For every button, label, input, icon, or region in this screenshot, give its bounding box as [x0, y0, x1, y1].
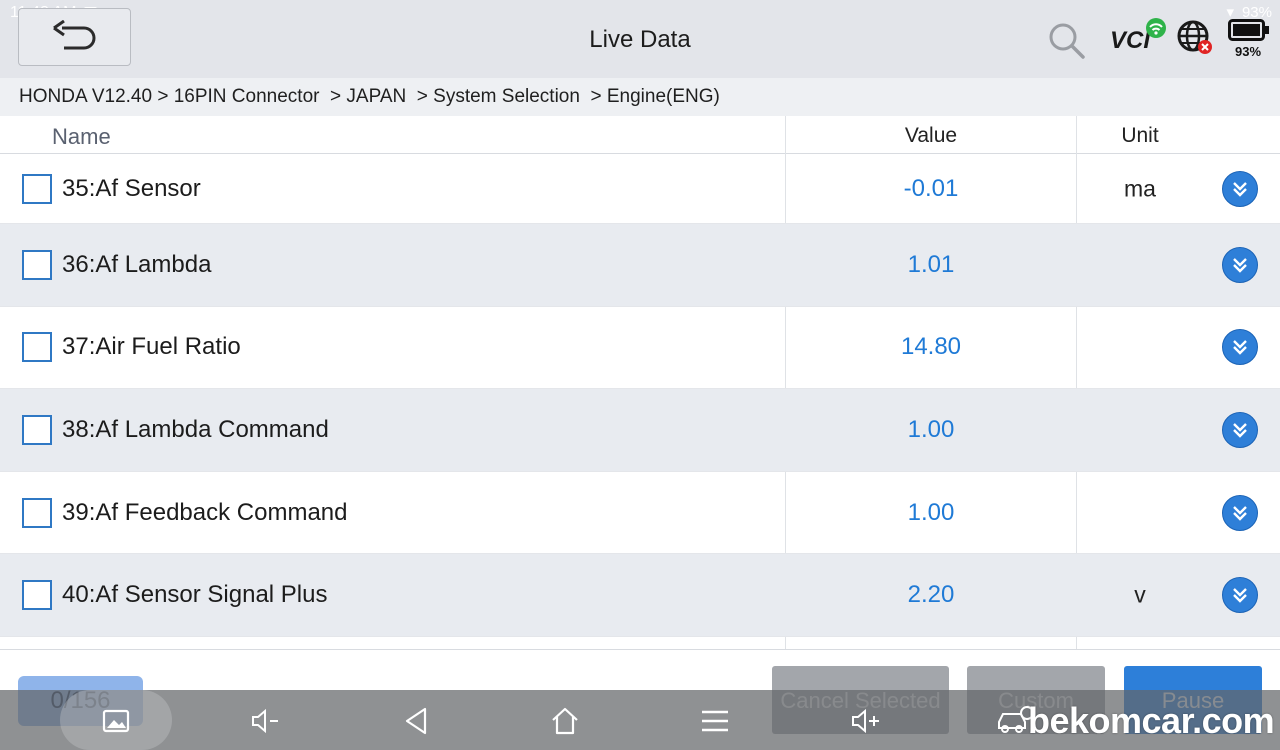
home-icon[interactable] — [548, 704, 582, 738]
expand-row-button[interactable] — [1222, 171, 1258, 207]
vci-label: VCI — [1110, 27, 1151, 54]
row-name: 39:Af Feedback Command — [62, 498, 348, 526]
row-checkbox[interactable] — [22, 414, 52, 445]
chevron-double-down-icon — [1233, 257, 1247, 273]
chevron-double-down-icon — [1233, 182, 1247, 197]
breadcrumb: HONDA V12.40 > 16PIN Connector > JAPAN >… — [0, 78, 1280, 116]
table-row[interactable]: 35:Af Sensor -0.01 ma — [0, 155, 1280, 224]
row-checkbox[interactable] — [22, 249, 52, 280]
row-value: 1.00 — [907, 498, 955, 526]
table-row[interactable]: 37:Air Fuel Ratio 14.80 — [0, 307, 1280, 390]
row-value: 2.20 — [907, 581, 955, 609]
back-nav-icon[interactable] — [399, 704, 433, 738]
back-arrow-icon — [52, 20, 95, 50]
expand-row-button[interactable] — [1222, 329, 1258, 366]
gallery-icon[interactable] — [99, 704, 133, 738]
table-header: Name Value Unit — [0, 116, 1280, 154]
row-value: 1.01 — [907, 250, 955, 278]
battery-percent: 93% — [1234, 44, 1262, 59]
row-name: 38:Af Lambda Command — [62, 415, 329, 443]
row-unit: ma — [1124, 175, 1156, 202]
row-checkbox[interactable] — [22, 580, 52, 611]
volume-down-icon[interactable] — [248, 704, 282, 738]
table-row[interactable]: 39:Af Feedback Command 1.00 — [0, 472, 1280, 555]
column-header-unit: Unit — [1121, 124, 1159, 147]
column-header-value: Value — [904, 124, 958, 147]
table-row[interactable]: 36:Af Lambda 1.01 — [0, 224, 1280, 307]
column-header-name: Name — [52, 124, 111, 149]
expand-row-button[interactable] — [1222, 577, 1258, 614]
row-checkbox[interactable] — [22, 174, 52, 204]
row-name: 35:Af Sensor — [62, 175, 201, 202]
row-name: 36:Af Lambda — [62, 250, 212, 278]
volume-up-icon[interactable] — [848, 704, 882, 738]
expand-row-button[interactable] — [1222, 494, 1258, 531]
expand-row-button[interactable] — [1222, 411, 1258, 448]
network-globe-icon[interactable] — [1175, 18, 1215, 58]
chevron-double-down-icon — [1233, 505, 1247, 521]
page-title: Live Data — [589, 26, 691, 53]
row-unit: v — [1134, 581, 1146, 608]
chevron-double-down-icon — [1233, 588, 1247, 603]
watermark-text: bekomcar.com — [1028, 700, 1275, 741]
back-button[interactable] — [18, 8, 131, 66]
row-checkbox[interactable] — [22, 332, 52, 363]
expand-row-button[interactable] — [1222, 246, 1258, 283]
row-value: 14.80 — [900, 333, 962, 361]
table-row[interactable]: 40:Af Sensor Signal Plus 2.20 v — [0, 554, 1280, 637]
chevron-double-down-icon — [1233, 340, 1247, 356]
chevron-double-down-icon — [1233, 423, 1247, 438]
menu-icon[interactable] — [698, 704, 732, 738]
vci-connection-icon[interactable]: VCI — [1108, 16, 1170, 56]
list-bottom-divider — [0, 649, 1280, 650]
row-name: 37:Air Fuel Ratio — [62, 333, 241, 361]
row-name: 40:Af Sensor Signal Plus — [62, 581, 328, 609]
search-icon[interactable] — [1046, 20, 1086, 60]
header-bar: 11:48 AM ▾ 93% Live Data VCI 9 — [0, 0, 1280, 78]
table-row[interactable]: 38:Af Lambda Command 1.00 — [0, 389, 1280, 472]
row-value: 1.00 — [907, 415, 955, 443]
battery-icon — [1228, 19, 1269, 41]
live-data-list[interactable]: 35:Af Sensor -0.01 ma 36:Af Lambda 1.01 … — [0, 155, 1280, 637]
row-value: -0.01 — [903, 175, 959, 202]
row-checkbox[interactable] — [22, 497, 52, 528]
